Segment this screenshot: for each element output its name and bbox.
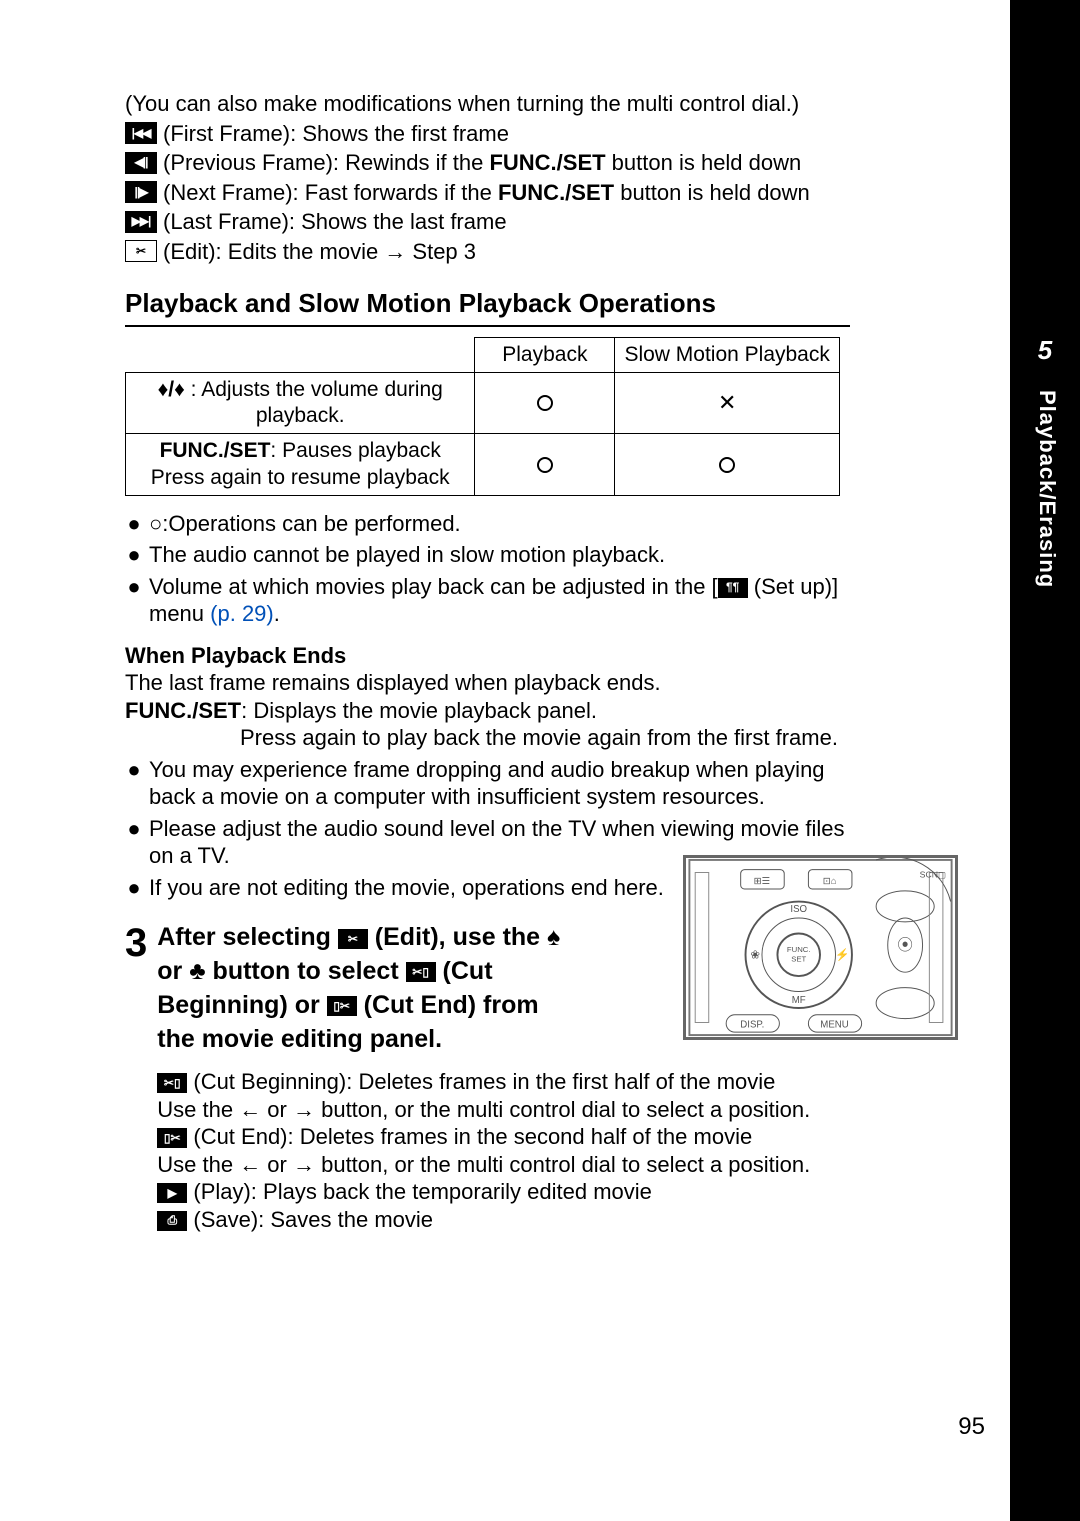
step-3-body: ✂▯ (Cut Beginning): Deletes frames in th… [157, 1068, 850, 1233]
chapter-label: Playback/Erasing [1034, 390, 1060, 588]
cut-end-icon-inline: ▯✂ [327, 996, 357, 1016]
svg-text:⦿: ⦿ [897, 936, 912, 954]
svg-text:ISO: ISO [790, 904, 807, 915]
first-frame-text: (First Frame): Shows the first frame [163, 120, 850, 148]
row-funcset: FUNC./SET: Pauses playback Press again t… [126, 434, 475, 496]
chapter-number: 5 [1010, 335, 1080, 366]
cell-fs-playback [475, 434, 615, 496]
chapter-sidebar: 5 Playback/Erasing [1010, 0, 1080, 1521]
camera-illustration: ⊞☰ ⊡⌂ FUNC. SET ISO MF ❀ ⚡ ⦿ DISP. MENU [683, 855, 958, 1040]
page-content: (You can also make modifications when tu… [125, 90, 850, 1233]
row-volume: ♦/♦ : Adjusts the volume during playback… [126, 372, 475, 434]
previous-frame-icon: ◀|| [125, 152, 157, 174]
next-frame-text: (Next Frame): Fast forwards if the FUNC.… [163, 179, 850, 207]
svg-text:MF: MF [792, 995, 806, 1006]
step-3-title: After selecting ✂ (Edit), use the ♠ or ♣… [157, 921, 577, 1056]
last-frame-icon: ▶▶| [125, 211, 157, 233]
xref-p29[interactable]: (p. 29) [210, 601, 274, 626]
svg-text:❀: ❀ [750, 949, 760, 962]
setup-icon: ¶¶ [718, 578, 748, 598]
step-number: 3 [125, 923, 147, 1233]
edit-icon-inline: ✂ [338, 929, 368, 949]
below-table-bullets: ●○:Operations can be performed. ●The aud… [125, 510, 850, 628]
first-frame-icon: |◀◀ [125, 122, 157, 144]
bullet-ops: ○:Operations can be performed. [149, 510, 850, 538]
col-slowmotion: Slow Motion Playback [615, 337, 840, 372]
section-heading: Playback and Slow Motion Playback Operat… [125, 287, 850, 327]
arrow-right-icon: → [293, 1097, 315, 1122]
cell-fs-slow [615, 434, 840, 496]
svg-text:MENU: MENU [820, 1019, 848, 1030]
funcset-sub: Press again to play back the movie again… [240, 724, 850, 752]
bullet-audio: The audio cannot be played in slow motio… [149, 541, 850, 569]
next-frame-icon: ||▶ [125, 181, 157, 203]
last-frame-text: (Last Frame): Shows the last frame [163, 208, 850, 236]
cell-vol-slow: ✕ [615, 372, 840, 434]
svg-text:⊞☰: ⊞☰ [754, 876, 771, 887]
previous-frame-text: (Previous Frame): Rewinds if the FUNC./S… [163, 149, 850, 177]
cut-end-icon: ▯✂ [157, 1128, 187, 1148]
operations-table: Playback Slow Motion Playback ♦/♦ : Adju… [125, 337, 840, 496]
when-ends-line: The last frame remains displayed when pl… [125, 669, 850, 697]
col-playback: Playback [475, 337, 615, 372]
frame-icon-list: |◀◀ (First Frame): Shows the first frame… [125, 120, 850, 266]
play-icon: ▶ [157, 1183, 187, 1203]
svg-text:DISP.: DISP. [740, 1019, 764, 1030]
svg-text:⊡⌂: ⊡⌂ [823, 876, 837, 887]
svg-text:SET: SET [791, 955, 806, 964]
intro-text: (You can also make modifications when tu… [125, 90, 850, 118]
bullet-volume: Volume at which movies play back can be … [149, 573, 850, 628]
page-number: 95 [958, 1413, 985, 1441]
save-icon: ⎙ [157, 1211, 187, 1231]
arrow-left-icon: ← [239, 1097, 261, 1122]
cut-beginning-icon: ✂▯ [157, 1073, 187, 1093]
when-playback-ends-heading: When Playback Ends [125, 642, 850, 670]
svg-text:⚡: ⚡ [835, 948, 849, 962]
svg-text:FUNC.: FUNC. [787, 945, 811, 954]
edit-icon: ✂ [125, 240, 157, 262]
cut-beginning-icon-inline: ✂▯ [406, 962, 436, 982]
edit-text: (Edit): Edits the movie → Step 3 [163, 238, 850, 266]
funcset-line: FUNC./SET: Displays the movie playback p… [125, 697, 850, 725]
cell-vol-playback [475, 372, 615, 434]
tip-framedrop: You may experience frame dropping and au… [149, 756, 850, 811]
svg-text:SCN▢: SCN▢ [920, 869, 947, 879]
